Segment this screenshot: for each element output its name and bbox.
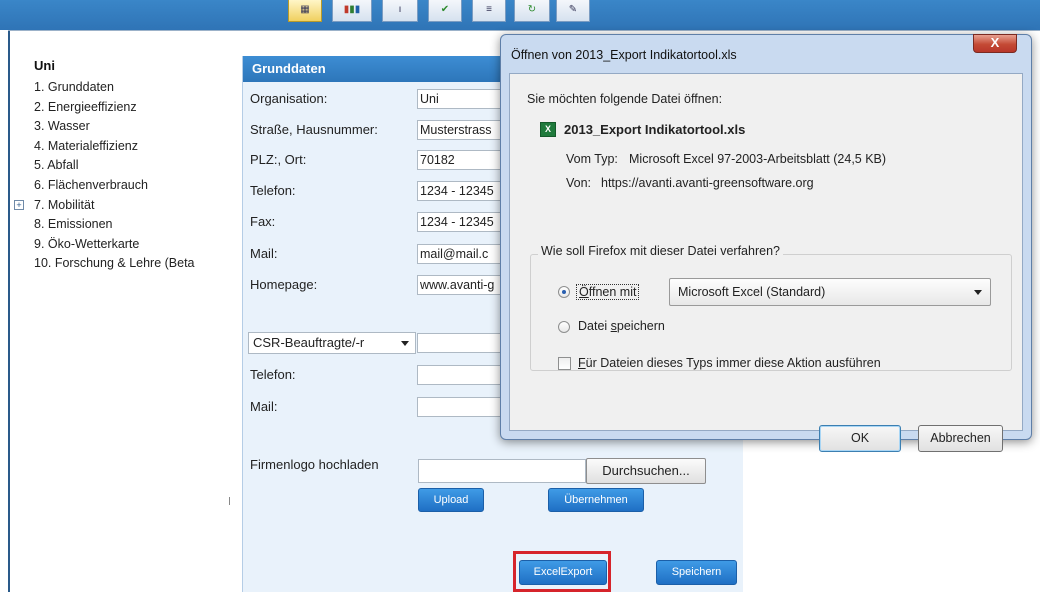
ok-button[interactable]: OK — [819, 425, 901, 452]
open-with-app-value: Microsoft Excel (Standard) — [678, 285, 826, 299]
nav-item-mobilitaet[interactable]: 7. Mobilität — [34, 198, 94, 212]
logo-upload-label: Firmenlogo hochladen — [250, 457, 379, 472]
fax-field[interactable]: 1234 - 12345 — [417, 212, 507, 232]
nav-item-oeko-wetterkarte[interactable]: 9. Öko-Wetterkarte — [34, 237, 234, 257]
mail-field[interactable]: mail@mail.c — [417, 244, 507, 264]
cancel-button[interactable]: Abbrechen — [918, 425, 1003, 452]
check-icon[interactable]: ✔ — [428, 0, 462, 22]
open-with-mnemonic: Ö — [579, 285, 589, 299]
save-file-label[interactable]: Datei speichern — [578, 319, 665, 333]
zip-city-label: PLZ:, Ort: — [250, 152, 307, 167]
nav-item-forschung-lehre[interactable]: 10. Forschung & Lehre (Beta — [34, 256, 234, 276]
save-file-text-end: peichern — [616, 319, 665, 333]
homepage-field[interactable]: www.avanti-g — [417, 275, 507, 295]
contact-mail-field[interactable] — [417, 397, 507, 417]
file-name: 2013_Export Indikatortool.xls — [564, 122, 746, 137]
table-icon[interactable]: ▦ — [288, 0, 322, 22]
contact-role-select[interactable]: CSR-Beauftragte/-r — [248, 332, 416, 354]
splitter-handle[interactable] — [229, 497, 230, 505]
nav-item-grunddaten[interactable]: 1. Grunddaten — [34, 80, 234, 100]
nav-item-flaechenverbrauch[interactable]: 6. Flächenverbrauch — [34, 178, 234, 198]
zip-city-field[interactable]: 70182 — [417, 150, 507, 170]
open-file-dialog: Öffnen von 2013_Export Indikatortool.xls… — [500, 34, 1032, 452]
open-with-text: ffnen mit — [588, 285, 637, 299]
always-do-checkbox[interactable] — [558, 357, 571, 370]
open-with-radio[interactable] — [558, 286, 570, 298]
contact-phone-label: Telefon: — [250, 367, 296, 382]
expand-icon[interactable]: + — [14, 199, 24, 210]
nav-header: Uni — [34, 58, 55, 73]
contact-phone-field[interactable] — [417, 365, 507, 385]
nav-item-mobilitaet-row: + 7. Mobilität — [14, 198, 234, 218]
phone-field[interactable]: 1234 - 12345 — [417, 181, 507, 201]
pin-icon[interactable]: ı — [382, 0, 418, 22]
nav-item-abfall[interactable]: 5. Abfall — [34, 158, 234, 178]
save-file-text-start: Datei — [578, 319, 611, 333]
nav-item-wasser[interactable]: 3. Wasser — [34, 119, 234, 139]
frame-border-top — [8, 30, 1040, 31]
apply-button[interactable]: Übernehmen — [548, 488, 644, 512]
street-label: Straße, Hausnummer: — [250, 122, 378, 137]
save-button[interactable]: Speichern — [656, 560, 737, 585]
from-value: https://avanti.avanti-greensoftware.org — [601, 176, 814, 190]
always-do-label[interactable]: Für Dateien dieses Typs immer diese Akti… — [578, 356, 881, 370]
arrow-icon[interactable]: ↻ — [514, 0, 550, 22]
dialog-title: Öffnen von 2013_Export Indikatortool.xls — [511, 48, 737, 62]
chevron-down-icon — [401, 341, 409, 346]
highlight-box — [513, 551, 611, 592]
edit-icon[interactable]: ✎ — [556, 0, 590, 22]
nav-item-emissionen[interactable]: 8. Emissionen — [34, 217, 234, 237]
upload-button[interactable]: Upload — [418, 488, 484, 512]
sidebar-nav: Uni 1. Grunddaten 2. Energieeffizienz 3.… — [14, 58, 234, 276]
type-value: Microsoft Excel 97-2003-Arbeitsblatt (24… — [629, 152, 887, 166]
always-do-mnemonic: F — [578, 356, 586, 370]
phone-label: Telefon: — [250, 183, 296, 198]
logo-file-field[interactable] — [418, 459, 586, 483]
mail-label: Mail: — [250, 246, 278, 261]
dialog-intro: Sie möchten folgende Datei öffnen: — [527, 92, 723, 106]
open-with-app-select[interactable]: Microsoft Excel (Standard) — [669, 278, 991, 306]
type-label: Vom Typ: — [566, 152, 618, 166]
action-group — [530, 254, 1012, 371]
homepage-label: Homepage: — [250, 277, 318, 292]
always-do-text: ür Dateien dieses Typs immer diese Aktio… — [585, 356, 881, 370]
list-icon[interactable]: ≡ — [472, 0, 506, 22]
street-field[interactable]: Musterstrass — [417, 120, 507, 140]
contact-mail-label: Mail: — [250, 399, 278, 414]
chevron-down-icon — [974, 290, 982, 295]
frame-border — [8, 30, 10, 592]
contact-name-field[interactable] — [417, 333, 507, 353]
contact-role-value: CSR-Beauftragte/-r — [253, 335, 365, 350]
dialog-body: Sie möchten folgende Datei öffnen: X 201… — [509, 73, 1023, 452]
organisation-field[interactable]: Uni — [417, 89, 507, 109]
nav-item-materialeffizienz[interactable]: 4. Materialeffizienz — [34, 139, 234, 159]
fax-label: Fax: — [250, 214, 276, 229]
close-icon[interactable]: X — [973, 34, 1017, 53]
open-with-label[interactable]: Öffnen mit — [576, 284, 640, 300]
top-toolbar: ▦ ▮▮▮ ı ✔ ≡ ↻ ✎ — [0, 0, 1040, 30]
bar-chart-icon[interactable]: ▮▮▮ — [332, 0, 372, 22]
nav-item-energieeffizienz[interactable]: 2. Energieeffizienz — [34, 100, 234, 120]
organisation-label: Organisation: — [250, 91, 328, 106]
save-file-radio[interactable] — [558, 321, 570, 333]
from-label: Von: — [566, 176, 592, 190]
excel-file-icon: X — [540, 122, 556, 137]
browse-button[interactable]: Durchsuchen... — [586, 458, 706, 484]
action-question: Wie soll Firefox mit dieser Datei verfah… — [538, 244, 783, 258]
